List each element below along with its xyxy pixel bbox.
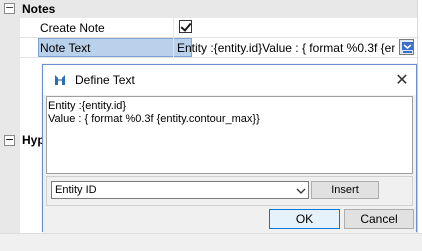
variable-select-value: Entity ID (55, 184, 97, 196)
text-line: Value : { format %0.3f {entity.contour_m… (48, 113, 260, 125)
dialog-title: Define Text (75, 73, 135, 87)
section-title-notes: Notes (22, 2, 56, 16)
chevron-down-icon (296, 188, 306, 194)
prop-value-create-note (173, 18, 417, 37)
grid-gutter (0, 0, 20, 251)
cancel-button[interactable]: Cancel (344, 209, 414, 229)
define-text-dialog: Define Text ✕ Entity :{entity.id} Value … (42, 64, 417, 232)
variable-select[interactable]: Entity ID (51, 181, 309, 199)
prop-value-note-text[interactable]: Entity :{entity.id}Value : { format %0.3… (173, 38, 417, 57)
prop-name-create-note: Create Note (40, 21, 105, 35)
dialog-actions: OK Cancel (43, 207, 416, 232)
status-strip (0, 233, 422, 251)
row-create-note: Create Note (20, 18, 417, 38)
note-text-value: Entity :{entity.id}Value : { format %0.3… (177, 41, 395, 55)
text-line: Entity :{entity.id} (48, 100, 127, 112)
insert-toolbar: Entity ID Insert (46, 176, 413, 206)
insert-button[interactable]: Insert (311, 181, 379, 199)
collapse-icon[interactable]: − (4, 2, 15, 14)
collapse-icon[interactable]: − (4, 134, 15, 146)
edit-text-button[interactable] (399, 39, 414, 55)
ellipsis-edit-icon (402, 42, 413, 53)
divider (417, 0, 418, 251)
section-notes[interactable]: − Notes (0, 0, 417, 18)
define-text-input[interactable]: Entity :{entity.id} Value : { format %0.… (46, 96, 413, 174)
row-note-text[interactable]: Note Text Entity :{entity.id}Value : { f… (20, 38, 417, 58)
close-icon[interactable]: ✕ (393, 71, 411, 89)
prop-name-note-text: Note Text (40, 41, 91, 55)
dialog-titlebar[interactable]: Define Text ✕ (43, 65, 416, 95)
ok-button[interactable]: OK (269, 209, 340, 229)
hyperworks-logo-icon (55, 75, 65, 85)
create-note-checkbox[interactable] (179, 20, 192, 33)
